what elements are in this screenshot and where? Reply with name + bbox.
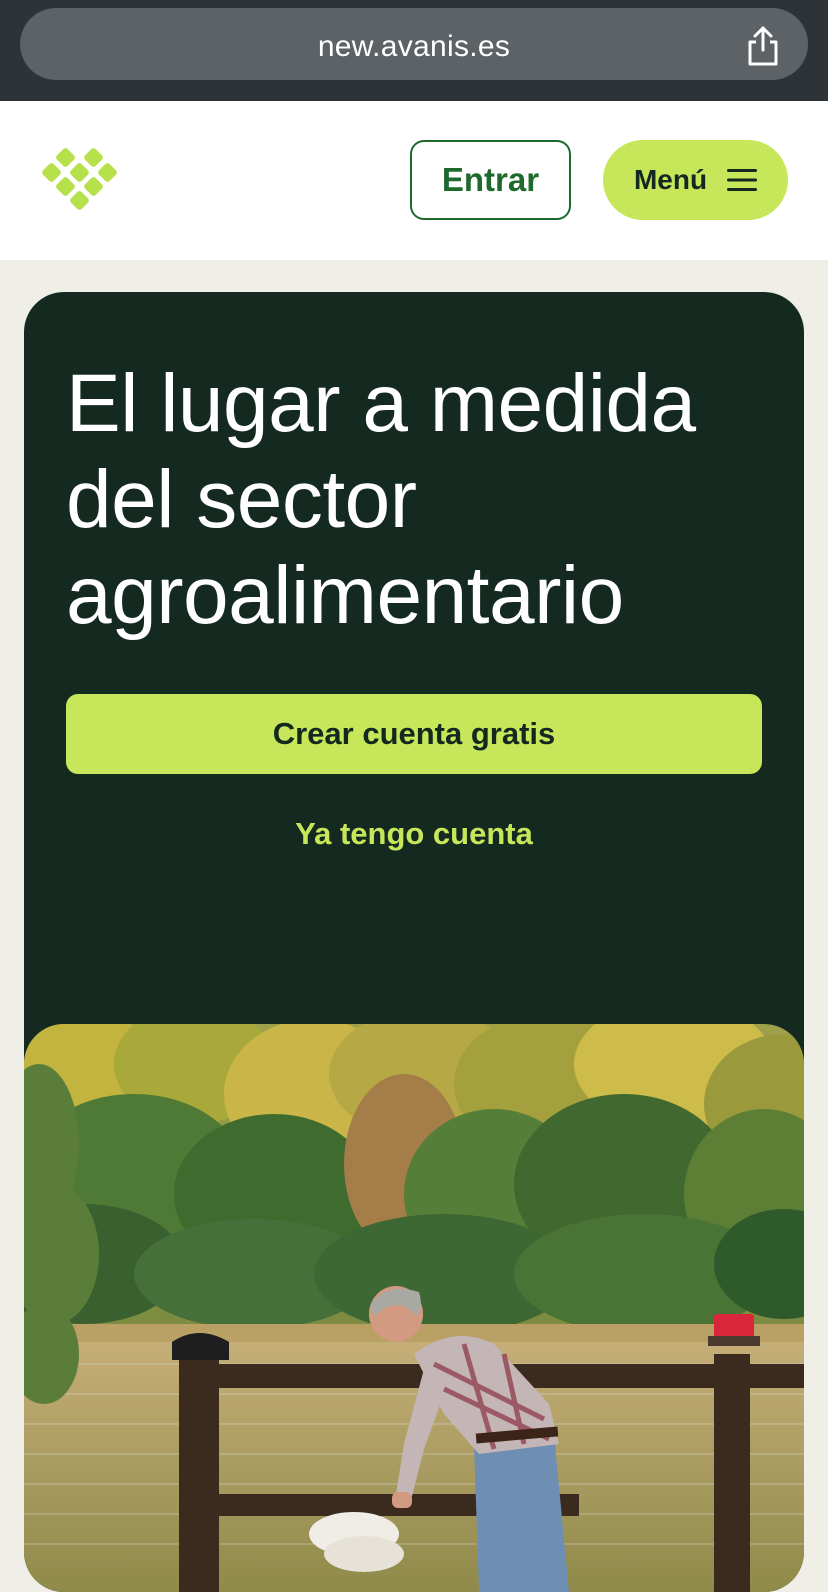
hero-section: El lugar a medida del sector agroaliment… [24,292,804,1592]
address-bar[interactable]: new.avanis.es [20,8,808,80]
avanis-logo-icon[interactable] [40,147,120,213]
create-account-label: Crear cuenta gratis [272,716,556,751]
have-account-link[interactable]: Ya tengo cuenta [66,816,762,852]
menu-button-label: Menú [633,164,708,195]
farmer-feeding-lamb-photo [24,1024,804,1592]
browser-toolbar: new.avanis.es [0,0,828,101]
menu-button[interactable]: Menú [603,140,788,220]
login-button[interactable]: Entrar [410,140,571,220]
create-account-button[interactable]: Crear cuenta gratis [66,694,762,774]
login-button-label: Entrar [441,161,540,198]
share-icon[interactable] [744,24,782,68]
site-header: Entrar Menú [0,101,828,260]
url-text: new.avanis.es [317,30,511,63]
hamburger-icon [727,169,758,191]
hero-title: El lugar a medida del sector agroaliment… [66,358,696,641]
